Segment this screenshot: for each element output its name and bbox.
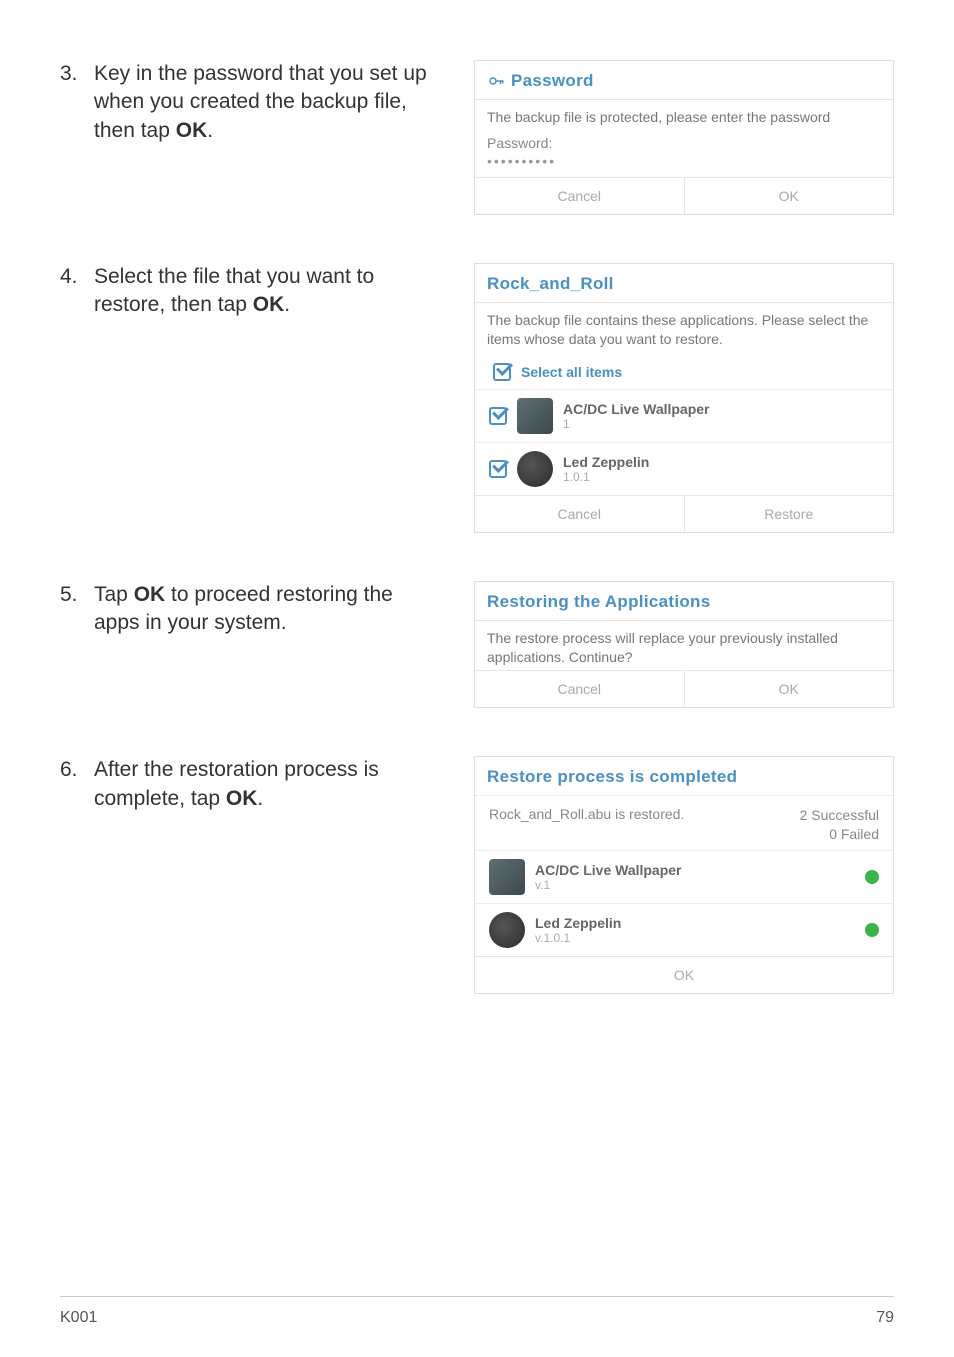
ok-button[interactable]: OK: [684, 178, 894, 214]
app-version: 1: [563, 417, 879, 431]
dialog-title-text: Restoring the Applications: [487, 592, 710, 612]
step-body: Select the file that you want to restore…: [94, 263, 444, 320]
app-row[interactable]: Led Zeppelin 1.0.1: [475, 442, 893, 495]
cancel-button[interactable]: Cancel: [475, 178, 684, 214]
page-footer: K001 79: [60, 1296, 894, 1327]
step-body: After the restoration process is complet…: [94, 756, 444, 813]
dialog-title: Rock_and_Roll: [475, 264, 893, 302]
select-all-label: Select all items: [521, 364, 622, 380]
app-row: Led Zeppelin v.1.0.1: [475, 903, 893, 956]
app-version: v.1: [535, 878, 682, 892]
step-text: 6. After the restoration process is comp…: [60, 756, 444, 813]
step-text-b: .: [257, 787, 263, 810]
cancel-button[interactable]: Cancel: [475, 496, 684, 532]
app-checkbox[interactable]: [489, 460, 507, 478]
status-text: Rock_and_Roll.abu is restored.: [489, 806, 684, 844]
step-6: 6. After the restoration process is comp…: [60, 756, 894, 994]
step-4: 4. Select the file that you want to rest…: [60, 263, 894, 533]
dialog-message: The restore process will replace your pr…: [475, 621, 893, 671]
step-text-strong: OK: [226, 787, 258, 810]
step-number: 4.: [60, 263, 94, 291]
app-name: AC/DC Live Wallpaper: [563, 401, 879, 417]
cancel-button[interactable]: Cancel: [475, 671, 684, 707]
step-text: 4. Select the file that you want to rest…: [60, 263, 444, 320]
step-number: 3.: [60, 60, 94, 88]
step-3: 3. Key in the password that you set up w…: [60, 60, 894, 215]
password-input[interactable]: ••••••••••: [475, 151, 893, 177]
dialog-title-text: Restore process is completed: [487, 767, 737, 787]
dialog-message: The backup file contains these applicati…: [475, 303, 893, 353]
page-content: 3. Key in the password that you set up w…: [0, 0, 954, 994]
button-row: Cancel OK: [475, 177, 893, 214]
dialog-title: Restore process is completed: [475, 757, 893, 795]
screenshot-col: Rock_and_Roll The backup file contains t…: [474, 263, 894, 533]
screenshot-col: Restoring the Applications The restore p…: [474, 581, 894, 709]
step-text-strong: OK: [134, 583, 166, 606]
dialog-title: Password: [475, 61, 893, 99]
step-text-a: Select the file that you want to restore…: [94, 265, 374, 316]
app-name: Led Zeppelin: [535, 915, 621, 931]
screenshot-col: Restore process is completed Rock_and_Ro…: [474, 756, 894, 994]
app-checkbox[interactable]: [489, 407, 507, 425]
app-icon: [517, 451, 553, 487]
footer-right: 79: [876, 1309, 894, 1327]
dialog-message: The backup file is protected, please ent…: [475, 100, 893, 131]
app-version: 1.0.1: [563, 470, 879, 484]
step-text-strong: OK: [253, 293, 285, 316]
app-name: Led Zeppelin: [563, 454, 879, 470]
app-row: AC/DC Live Wallpaper v.1: [475, 850, 893, 903]
select-file-dialog: Rock_and_Roll The backup file contains t…: [474, 263, 894, 533]
app-info: Led Zeppelin 1.0.1: [563, 454, 879, 484]
password-label: Password:: [475, 131, 893, 151]
step-text-a: Key in the password that you set up when…: [94, 62, 427, 142]
button-row: Cancel Restore: [475, 495, 893, 532]
step-text-a: Tap: [94, 583, 134, 606]
ok-button[interactable]: OK: [684, 671, 894, 707]
app-row[interactable]: AC/DC Live Wallpaper 1: [475, 389, 893, 442]
password-icon: [487, 72, 505, 90]
app-name: AC/DC Live Wallpaper: [535, 862, 682, 878]
app-icon: [517, 398, 553, 434]
restoring-dialog: Restoring the Applications The restore p…: [474, 581, 894, 709]
dialog-title-text: Password: [511, 71, 594, 91]
app-icon: [489, 859, 525, 895]
failed-count: 0 Failed: [829, 826, 879, 842]
step-text: 5. Tap OK to proceed restoring the apps …: [60, 581, 444, 638]
app-version: v.1.0.1: [535, 931, 621, 945]
screenshot-col: Password The backup file is protected, p…: [474, 60, 894, 215]
app-info: AC/DC Live Wallpaper 1: [563, 401, 879, 431]
restore-button[interactable]: Restore: [684, 496, 894, 532]
footer-left: K001: [60, 1309, 97, 1327]
password-dialog: Password The backup file is protected, p…: [474, 60, 894, 215]
step-text-b: .: [207, 119, 213, 142]
app-icon: [489, 912, 525, 948]
dialog-title: Restoring the Applications: [475, 582, 893, 620]
completed-dialog: Restore process is completed Rock_and_Ro…: [474, 756, 894, 994]
ok-button[interactable]: OK: [475, 956, 893, 993]
success-dot-icon: [865, 923, 879, 937]
dialog-title-text: Rock_and_Roll: [487, 274, 614, 294]
step-number: 6.: [60, 756, 94, 784]
status-row: Rock_and_Roll.abu is restored. 2 Success…: [475, 795, 893, 850]
select-all-row[interactable]: Select all items: [475, 353, 893, 389]
status-counts: 2 Successful 0 Failed: [800, 806, 879, 844]
step-number: 5.: [60, 581, 94, 609]
step-text-b: .: [284, 293, 290, 316]
step-body: Key in the password that you set up when…: [94, 60, 444, 145]
select-all-checkbox[interactable]: [493, 363, 511, 381]
success-count: 2 Successful: [800, 807, 879, 823]
step-body: Tap OK to proceed restoring the apps in …: [94, 581, 444, 638]
button-row: Cancel OK: [475, 670, 893, 707]
app-info: AC/DC Live Wallpaper v.1: [535, 862, 682, 892]
success-dot-icon: [865, 870, 879, 884]
step-text-strong: OK: [176, 119, 208, 142]
app-info: Led Zeppelin v.1.0.1: [535, 915, 621, 945]
step-5: 5. Tap OK to proceed restoring the apps …: [60, 581, 894, 709]
step-text: 3. Key in the password that you set up w…: [60, 60, 444, 145]
